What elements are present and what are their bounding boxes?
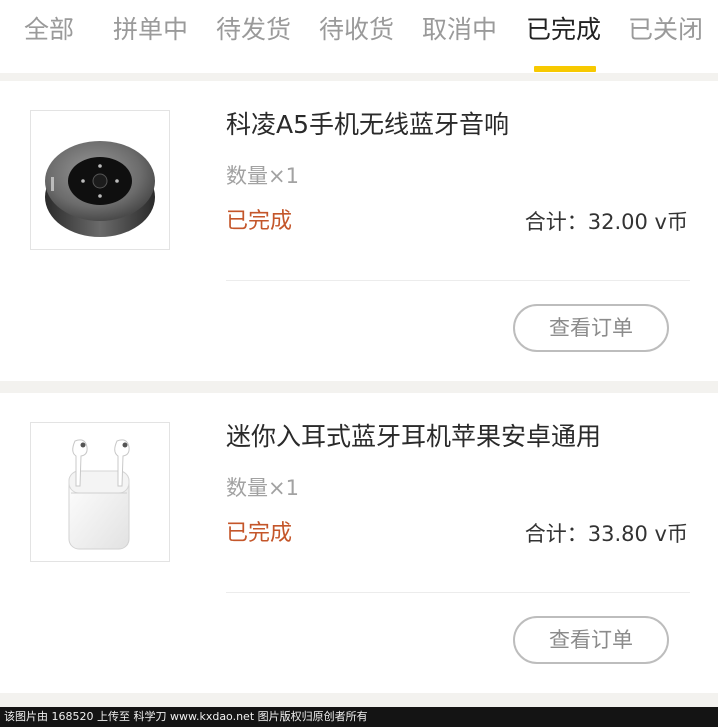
tab-to-receive[interactable]: 待收货 (319, 8, 394, 52)
tab-completed[interactable]: 已完成 (526, 8, 601, 52)
order-status-tabs: 全部 拼单中 待发货 待收货 取消中 已完成 已关闭 (0, 0, 718, 73)
tab-closed[interactable]: 已关闭 (628, 8, 703, 52)
order-card: 科凌A5手机无线蓝牙音响 数量×1 已完成 合计：32.00 v币 查看订单 (0, 81, 718, 381)
divider (226, 280, 690, 281)
product-quantity: 数量×1 (226, 476, 299, 500)
watermark-footer: 该图片由 168520 上传至 科学刀 www.kxdao.net 图片版权归原… (0, 707, 718, 727)
order-total: 合计：33.80 v币 (524, 522, 688, 546)
product-thumbnail[interactable] (30, 422, 170, 562)
tab-all[interactable]: 全部 (24, 8, 74, 52)
tab-group-buying[interactable]: 拼单中 (113, 8, 188, 52)
order-status-label: 已完成 (226, 521, 293, 546)
product-thumbnail[interactable] (30, 110, 170, 250)
order-status-label: 已完成 (226, 209, 293, 234)
tab-to-ship[interactable]: 待发货 (216, 8, 291, 52)
product-title[interactable]: 迷你入耳式蓝牙耳机苹果安卓通用 (226, 419, 601, 455)
order-total: 合计：32.00 v币 (524, 210, 688, 234)
active-tab-indicator (534, 66, 596, 72)
tab-cancelling[interactable]: 取消中 (422, 8, 497, 52)
bluetooth-speaker-image (45, 141, 155, 237)
earbuds-image (68, 439, 130, 550)
product-quantity: 数量×1 (226, 164, 299, 188)
divider (226, 592, 690, 593)
product-title[interactable]: 科凌A5手机无线蓝牙音响 (226, 107, 509, 143)
view-order-button[interactable]: 查看订单 (513, 616, 669, 664)
view-order-button[interactable]: 查看订单 (513, 304, 669, 352)
order-card: 迷你入耳式蓝牙耳机苹果安卓通用 数量×1 已完成 合计：33.80 v币 查看订… (0, 393, 718, 693)
